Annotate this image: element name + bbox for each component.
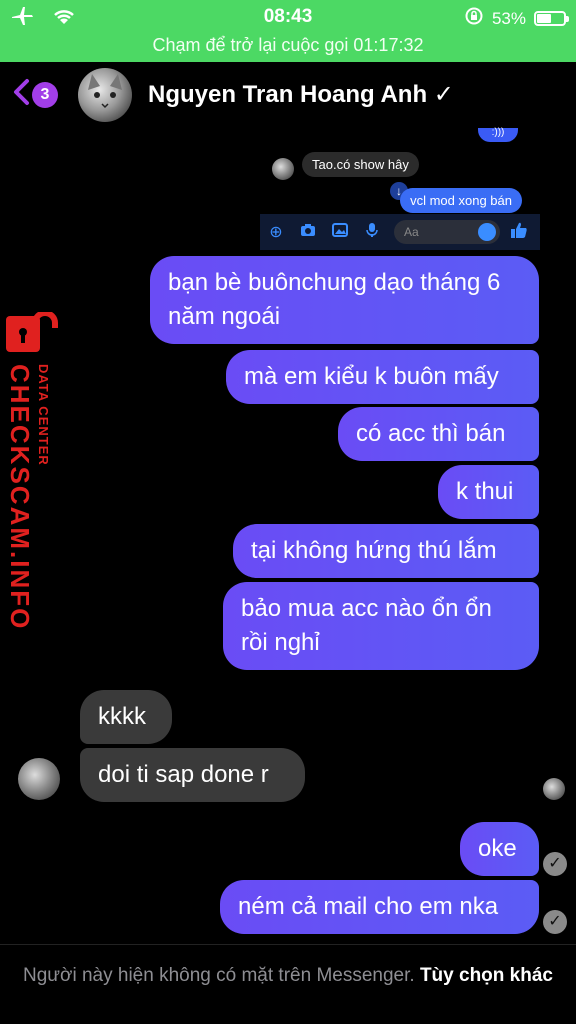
contact-avatar-small[interactable] <box>18 758 60 800</box>
message-incoming[interactable]: doi ti sap done r <box>80 748 305 802</box>
contact-name-text: Nguyen Tran Hoang Anh <box>148 81 428 108</box>
embedded-screenshot: :))) Tao.có show hây ↓ vcl mod xong bán … <box>260 126 540 250</box>
embedded-bubble-fragment: :))) <box>478 128 518 142</box>
message-outgoing[interactable]: k thui <box>438 465 539 519</box>
battery-percent: 53% <box>491 8 526 28</box>
unavailable-footer: Người này hiện không có mặt trên Messeng… <box>0 944 576 1024</box>
message-outgoing[interactable]: có acc thì bán <box>338 407 539 461</box>
watermark: CHECKSCAM.INFO DATA CENTER <box>0 310 70 630</box>
check-circle-icon: ✓ <box>543 852 567 876</box>
message-outgoing[interactable]: bảo mua acc nào ổn ổn rồi nghỉ <box>223 582 539 670</box>
unread-count-badge: 3 <box>32 81 58 108</box>
message-outgoing[interactable]: tại không hứng thú lắm <box>233 524 539 578</box>
orientation-lock-icon <box>464 6 484 31</box>
status-bar: 08:43 53% <box>0 0 576 32</box>
chevron-left-icon <box>12 78 30 111</box>
embedded-avatar <box>272 158 294 180</box>
image-icon <box>324 222 356 242</box>
checkmark-icon: ✓ <box>433 81 454 108</box>
emoji-icon <box>478 223 496 241</box>
return-to-call-banner[interactable]: Chạm để trở lại cuộc gọi 01:17:32 <box>0 32 576 62</box>
watermark-brand: CHECKSCAM.INFO <box>5 364 35 631</box>
message-incoming[interactable]: kkkk <box>80 690 172 744</box>
camera-icon <box>292 223 324 242</box>
contact-name[interactable]: Nguyen Tran Hoang Anh ✓ <box>148 80 454 109</box>
battery-icon <box>534 11 569 26</box>
embedded-message-input: Aa <box>394 220 500 244</box>
embedded-incoming-bubble: Tao.có show hây <box>302 152 419 177</box>
message-outgoing[interactable]: mà em kiểu k buôn mấy <box>226 350 539 404</box>
contact-avatar[interactable] <box>78 68 132 122</box>
read-receipt-avatar <box>543 778 565 800</box>
lock-icon <box>4 310 58 354</box>
more-options-link[interactable]: Tùy chọn khác <box>420 965 553 986</box>
back-button[interactable]: 3 <box>12 78 58 111</box>
embedded-composer: ⊕ Aa <box>260 214 540 250</box>
watermark-subtitle: DATA CENTER <box>36 364 51 466</box>
message-outgoing[interactable]: bạn bè buônchung dạo tháng 6 năm ngoái <box>150 256 539 344</box>
conversation-header: 3 Nguyen Tran Hoang Anh ✓ <box>0 62 576 130</box>
thumbs-up-icon <box>510 221 528 244</box>
message-outgoing[interactable]: oke <box>460 822 539 876</box>
message-outgoing[interactable]: ném cả mail cho em nka <box>220 880 539 934</box>
embedded-outgoing-bubble: vcl mod xong bán <box>400 188 522 213</box>
unavailable-status-text: Người này hiện không có mặt trên Messeng… <box>23 965 415 986</box>
check-circle-icon: ✓ <box>543 910 567 934</box>
plus-icon: ⊕ <box>269 224 283 241</box>
embedded-input-placeholder: Aa <box>404 225 419 239</box>
microphone-icon <box>356 222 388 243</box>
